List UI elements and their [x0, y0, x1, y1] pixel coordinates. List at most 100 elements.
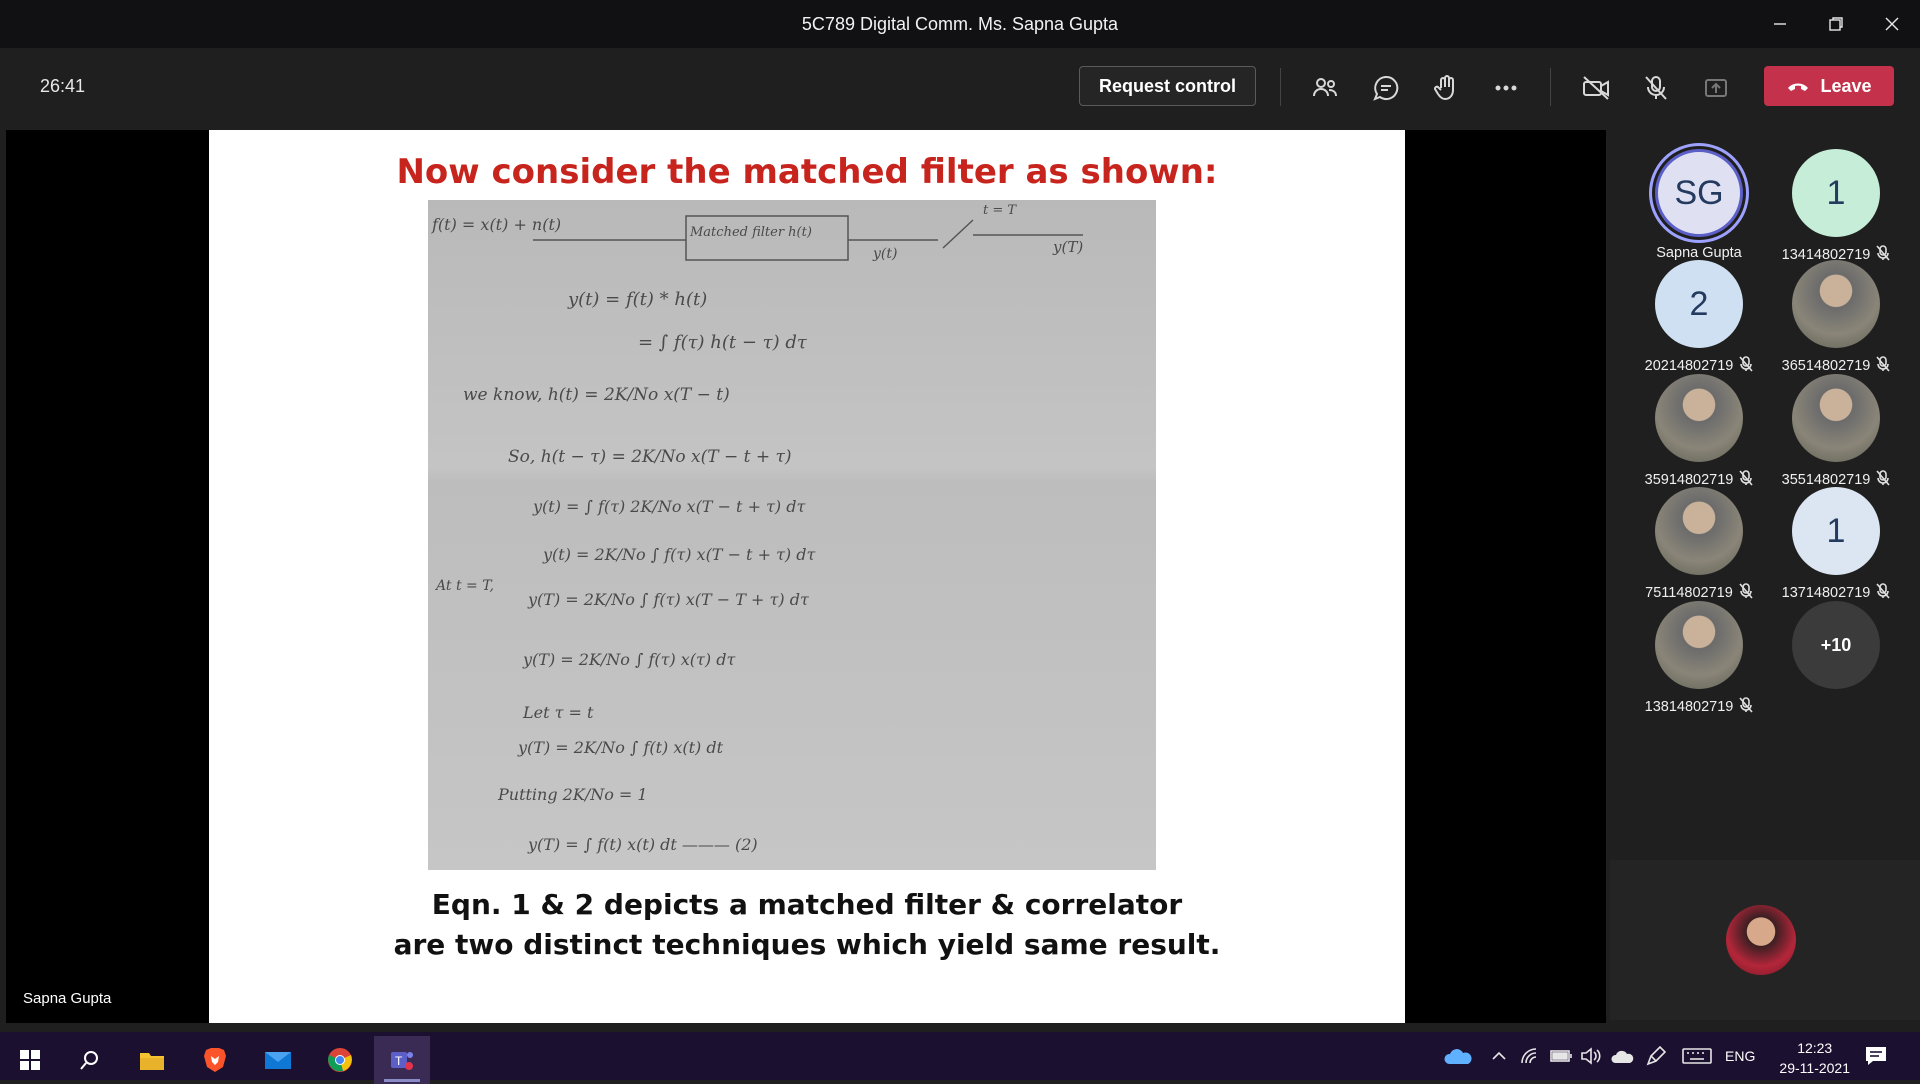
participant-avatar: 2	[1655, 260, 1743, 348]
more-participants-button[interactable]: +10	[1792, 601, 1880, 689]
participant-tile[interactable]: 1 13414802719	[1761, 149, 1911, 265]
mail-icon	[265, 1052, 291, 1069]
chat-icon	[1373, 75, 1399, 101]
cloud-icon	[1611, 1050, 1634, 1063]
leave-button[interactable]: Leave	[1764, 66, 1894, 106]
mic-off-icon	[1645, 76, 1667, 100]
participant-avatar	[1655, 374, 1743, 462]
windows-logo-icon	[20, 1050, 40, 1070]
chrome-icon	[328, 1048, 352, 1072]
taskbar-clock[interactable]: 12:23 29-11-2021	[1779, 1038, 1850, 1078]
notification-icon	[1866, 1047, 1886, 1065]
wifi-icon	[1521, 1048, 1537, 1064]
participant-tile[interactable]: 35514802719	[1761, 374, 1911, 490]
windows-taskbar: T ENG 12:23 29-11-2021	[0, 1032, 1920, 1084]
participant-tile[interactable]: +10	[1761, 601, 1911, 689]
participant-tile[interactable]: 35914802719	[1624, 374, 1774, 490]
speaker-icon	[1581, 1047, 1601, 1065]
notifications-button[interactable]	[1864, 1036, 1888, 1076]
camera-off-icon	[1583, 76, 1609, 100]
window-title: 5C789 Digital Comm. Ms. Sapna Gupta	[801, 13, 1119, 34]
restore-icon	[1829, 17, 1843, 31]
chevron-up-icon	[1492, 1051, 1506, 1060]
start-button[interactable]	[2, 1036, 58, 1084]
brave-browser-button[interactable]	[187, 1036, 243, 1084]
network-button[interactable]	[1520, 1036, 1540, 1076]
chat-button[interactable]	[1364, 66, 1408, 110]
chrome-button[interactable]	[312, 1036, 368, 1084]
pen-menu-button[interactable]	[1645, 1036, 1667, 1076]
teams-button[interactable]: T	[374, 1036, 430, 1084]
window-titlebar: 5C789 Digital Comm. Ms. Sapna Gupta	[0, 0, 1920, 48]
participant-name: 20214802719	[1644, 358, 1734, 374]
mic-off-icon	[1739, 583, 1753, 599]
phone-hangup-icon	[1788, 83, 1809, 91]
slide-caption-line1: Eqn. 1 & 2 depicts a matched filter & co…	[431, 888, 1183, 921]
participant-name-row: 13714802719	[1761, 583, 1911, 603]
volume-button[interactable]	[1580, 1036, 1602, 1076]
hw-eq5: y(t) = ∫ f(τ) 2K/No x(T − t + τ) dτ	[532, 497, 806, 516]
toolbar-divider	[1550, 68, 1551, 106]
restore-button[interactable]	[1808, 0, 1864, 48]
people-icon	[1313, 78, 1337, 97]
hw-eq2: = ∫ f(τ) h(t − τ) dτ	[638, 332, 808, 353]
cloud-status-button[interactable]	[1610, 1036, 1634, 1076]
minimize-button[interactable]	[1752, 0, 1808, 48]
hw-eq7: y(T) = 2K/No ∫ f(τ) x(T − T + τ) dτ	[527, 590, 810, 609]
participant-tile[interactable]: 1 13714802719	[1761, 487, 1911, 603]
request-control-button[interactable]: Request control	[1079, 66, 1256, 106]
participant-tile[interactable]: 2 20214802719	[1624, 260, 1774, 376]
hw-eq1: y(t) = f(t) * h(t)	[567, 289, 707, 310]
mic-off-icon	[1739, 697, 1753, 713]
hw-eq10: y(T) = 2K/No ∫ f(t) x(t) dt	[517, 738, 724, 757]
participant-tile[interactable]: 13814802719	[1624, 601, 1774, 717]
window-controls	[1752, 0, 1920, 48]
share-content-button[interactable]	[1694, 66, 1738, 110]
self-preview	[1610, 860, 1920, 1020]
slide-caption-line2: are two distinct techniques which yield …	[393, 928, 1221, 961]
participants-button[interactable]	[1303, 66, 1347, 110]
slide-caption: Eqn. 1 & 2 depicts a matched filter & co…	[209, 885, 1405, 965]
file-explorer-button[interactable]	[124, 1036, 180, 1084]
participant-tile[interactable]: 36514802719	[1761, 260, 1911, 376]
meeting-timer: 26:41	[40, 76, 86, 96]
mic-off-icon	[1876, 470, 1890, 486]
mic-toggle-button[interactable]	[1634, 66, 1678, 110]
hw-switch-label: t = T	[983, 203, 1017, 218]
participant-name: 13814802719	[1644, 699, 1734, 715]
show-hidden-icons-button[interactable]	[1490, 1036, 1508, 1076]
touch-keyboard-button[interactable]	[1682, 1036, 1712, 1076]
input-language-indicator[interactable]: ENG	[1725, 1048, 1755, 1064]
participant-avatar: SG	[1655, 149, 1743, 237]
more-actions-button[interactable]	[1484, 66, 1528, 110]
participant-name-row: 20214802719	[1624, 356, 1774, 376]
participant-tile[interactable]: SG Sapna Gupta	[1624, 149, 1774, 261]
raise-hand-button[interactable]	[1424, 66, 1468, 110]
taskbar-time: 12:23	[1797, 1040, 1833, 1056]
mic-off-icon	[1876, 245, 1890, 261]
participant-name: 13714802719	[1781, 585, 1871, 601]
search-icon	[80, 1051, 98, 1070]
muted-indicator	[1876, 583, 1890, 603]
svg-text:T: T	[395, 1054, 403, 1068]
toolbar-divider	[1280, 68, 1281, 106]
brave-lion-icon	[204, 1048, 226, 1072]
mic-off-icon	[1876, 583, 1890, 599]
presentation-slide: Now consider the matched filter as shown…	[209, 130, 1405, 1023]
battery-button[interactable]	[1549, 1036, 1573, 1076]
close-button[interactable]	[1864, 0, 1920, 48]
close-icon	[1885, 17, 1899, 31]
mail-button[interactable]	[250, 1036, 306, 1084]
participant-name-row: Sapna Gupta	[1624, 245, 1774, 261]
camera-toggle-button[interactable]	[1574, 66, 1618, 110]
muted-indicator	[1876, 356, 1890, 376]
folder-icon	[140, 1053, 164, 1070]
mic-off-icon	[1876, 356, 1890, 372]
hw-eq4: So, h(t − τ) = 2K/No x(T − t + τ)	[508, 447, 792, 467]
search-button[interactable]	[62, 1036, 118, 1084]
keyboard-icon	[1682, 1048, 1712, 1064]
hw-eq3: we know, h(t) = 2K/No x(T − t)	[463, 385, 730, 405]
participant-tile[interactable]: 75114802719	[1624, 487, 1774, 603]
hw-eq7-prefix: At t = T,	[434, 578, 494, 594]
participant-avatar	[1655, 487, 1743, 575]
